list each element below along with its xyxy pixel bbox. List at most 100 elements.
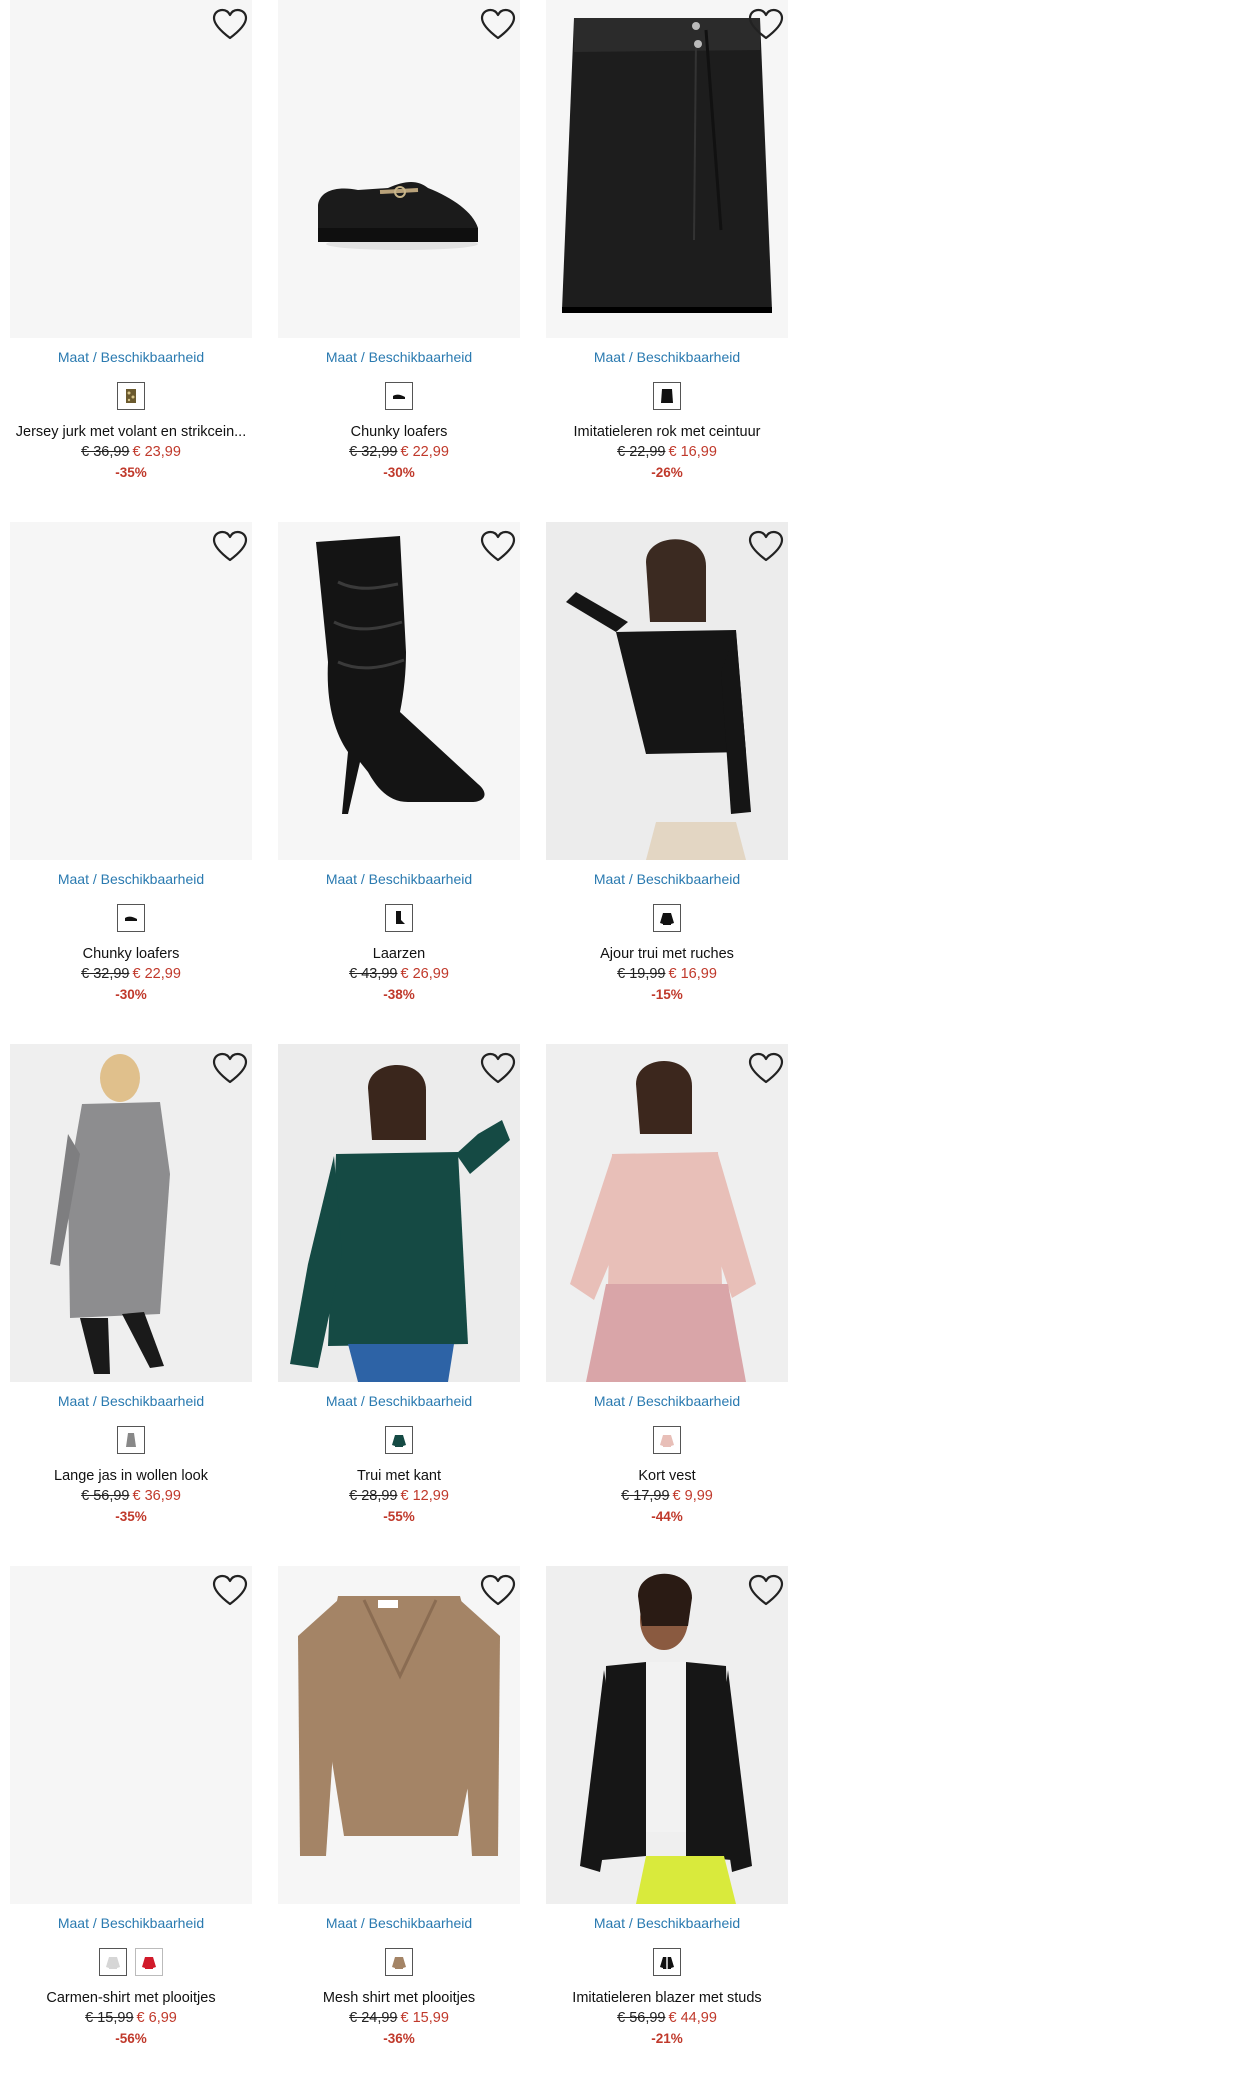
beige-top-swatch-icon: [391, 1954, 407, 1970]
price-row: € 32,99 € 22,99: [278, 444, 520, 460]
product-name[interactable]: Chunky loafers: [278, 424, 520, 440]
discount-badge: -56%: [115, 2031, 147, 2046]
size-availability-link[interactable]: Maat / Beschikbaarheid: [278, 349, 520, 365]
product-image[interactable]: [278, 1566, 520, 1904]
wishlist-heart-icon[interactable]: [480, 1052, 516, 1086]
product-name[interactable]: Imitatieleren blazer met studs: [546, 1990, 788, 2006]
discount-badge: -26%: [651, 465, 683, 480]
price-row: € 15,99 € 6,99: [10, 2010, 252, 2026]
product-photo: [10, 1566, 252, 1904]
sale-price: € 36,99: [132, 1488, 181, 1504]
color-swatch[interactable]: [653, 1948, 681, 1976]
color-swatch[interactable]: [385, 382, 413, 410]
sale-price: € 16,99: [668, 966, 717, 982]
price-row: € 56,99 € 44,99: [546, 2010, 788, 2026]
product-image[interactable]: [278, 1044, 520, 1382]
size-availability-link[interactable]: Maat / Beschikbaarheid: [10, 349, 252, 365]
size-availability-link[interactable]: Maat / Beschikbaarheid: [546, 349, 788, 365]
green-top-swatch-icon: [391, 1432, 407, 1448]
old-price: € 22,99: [617, 444, 666, 460]
color-swatches: [10, 1948, 252, 1976]
size-availability-link[interactable]: Maat / Beschikbaarheid: [546, 1393, 788, 1409]
wishlist-heart-icon[interactable]: [748, 530, 784, 564]
color-swatch[interactable]: [99, 1948, 127, 1976]
product-image[interactable]: [546, 1044, 788, 1382]
wishlist-heart-icon[interactable]: [748, 1574, 784, 1608]
black-skirt-swatch-icon: [659, 388, 675, 404]
product-image[interactable]: [10, 522, 252, 860]
color-swatch[interactable]: [385, 1948, 413, 1976]
product-name[interactable]: Chunky loafers: [10, 946, 252, 962]
product-name[interactable]: Ajour trui met ruches: [546, 946, 788, 962]
color-swatch[interactable]: [653, 382, 681, 410]
product-name[interactable]: Laarzen: [278, 946, 520, 962]
black-loafer-swatch-icon: [391, 388, 407, 404]
color-swatch[interactable]: [135, 1948, 163, 1976]
product-name[interactable]: Trui met kant: [278, 1468, 520, 1484]
old-price: € 36,99: [81, 444, 130, 460]
print-dress-swatch-icon: [123, 388, 139, 404]
color-swatches: [546, 1948, 788, 1976]
product-name[interactable]: Kort vest: [546, 1468, 788, 1484]
color-swatches: [546, 1426, 788, 1454]
product-image[interactable]: [10, 1044, 252, 1382]
color-swatches: [10, 904, 252, 932]
product-image[interactable]: [546, 1566, 788, 1904]
red-top-swatch-icon: [141, 1954, 157, 1970]
product-image[interactable]: [278, 0, 520, 338]
discount-badge: -35%: [115, 465, 147, 480]
color-swatches: [278, 1948, 520, 1976]
product-name[interactable]: Jersey jurk met volant en strikcein...: [10, 424, 252, 440]
color-swatch[interactable]: [117, 382, 145, 410]
product-image[interactable]: [10, 0, 252, 338]
color-swatch[interactable]: [653, 904, 681, 932]
color-swatch[interactable]: [117, 1426, 145, 1454]
sale-price: € 15,99: [400, 2010, 449, 2026]
price-row: € 17,99 € 9,99: [546, 1488, 788, 1504]
product-image[interactable]: [278, 522, 520, 860]
black-jacket-swatch-icon: [659, 1954, 675, 1970]
product-name[interactable]: Lange jas in wollen look: [10, 1468, 252, 1484]
wishlist-heart-icon[interactable]: [480, 8, 516, 42]
color-swatches: [10, 382, 252, 410]
wishlist-heart-icon[interactable]: [212, 530, 248, 564]
old-price: € 17,99: [621, 1488, 670, 1504]
size-availability-link[interactable]: Maat / Beschikbaarheid: [10, 871, 252, 887]
wishlist-heart-icon[interactable]: [480, 530, 516, 564]
wishlist-heart-icon[interactable]: [212, 1574, 248, 1608]
size-availability-link[interactable]: Maat / Beschikbaarheid: [546, 1915, 788, 1931]
product-image[interactable]: [546, 0, 788, 338]
product-image[interactable]: [10, 1566, 252, 1904]
color-swatch[interactable]: [385, 1426, 413, 1454]
price-row: € 19,99 € 16,99: [546, 966, 788, 982]
product-image[interactable]: [546, 522, 788, 860]
size-availability-link[interactable]: Maat / Beschikbaarheid: [278, 871, 520, 887]
wishlist-heart-icon[interactable]: [748, 8, 784, 42]
size-availability-link[interactable]: Maat / Beschikbaarheid: [546, 871, 788, 887]
discount-badge: -15%: [651, 987, 683, 1002]
product-name[interactable]: Carmen-shirt met plooitjes: [10, 1990, 252, 2006]
sale-price: € 26,99: [400, 966, 449, 982]
size-availability-link[interactable]: Maat / Beschikbaarheid: [10, 1393, 252, 1409]
size-availability-link[interactable]: Maat / Beschikbaarheid: [278, 1915, 520, 1931]
product-photo: [278, 1044, 520, 1382]
product-name[interactable]: Mesh shirt met plooitjes: [278, 1990, 520, 2006]
product-photo: [10, 1044, 252, 1382]
size-availability-link[interactable]: Maat / Beschikbaarheid: [278, 1393, 520, 1409]
wishlist-heart-icon[interactable]: [212, 1052, 248, 1086]
wishlist-heart-icon[interactable]: [748, 1052, 784, 1086]
discount-badge: -36%: [383, 2031, 415, 2046]
price-row: € 32,99 € 22,99: [10, 966, 252, 982]
product-name[interactable]: Imitatieleren rok met ceintuur: [546, 424, 788, 440]
black-boot-swatch-icon: [391, 910, 407, 926]
wishlist-heart-icon[interactable]: [212, 8, 248, 42]
price-row: € 24,99 € 15,99: [278, 2010, 520, 2026]
color-swatch[interactable]: [385, 904, 413, 932]
wishlist-heart-icon[interactable]: [480, 1574, 516, 1608]
old-price: € 56,99: [617, 2010, 666, 2026]
color-swatch[interactable]: [117, 904, 145, 932]
size-availability-link[interactable]: Maat / Beschikbaarheid: [10, 1915, 252, 1931]
old-price: € 19,99: [617, 966, 666, 982]
sale-price: € 44,99: [668, 2010, 717, 2026]
color-swatch[interactable]: [653, 1426, 681, 1454]
